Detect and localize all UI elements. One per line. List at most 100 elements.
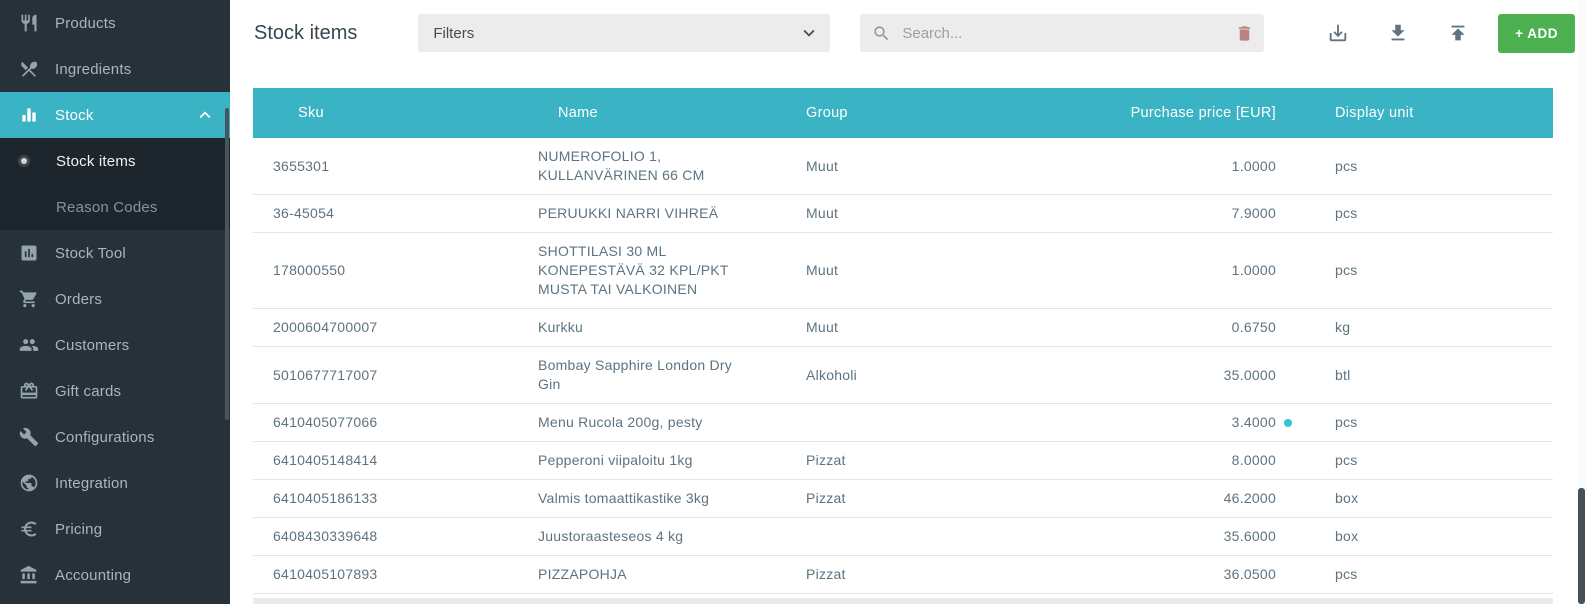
- cell-price: 3.4000: [1018, 404, 1290, 442]
- sidebar-item-integration[interactable]: Integration: [0, 460, 230, 506]
- cell-name: NUMEROFOLIO 1, KULLANVÄRINEN 66 CM: [518, 138, 788, 195]
- main-content: Stock items Filters: [230, 0, 1585, 604]
- sidebar-item-configurations[interactable]: Configurations: [0, 414, 230, 460]
- sidebar-item-label: Customers: [55, 337, 129, 354]
- cart-icon: [18, 288, 40, 310]
- cell-unit: box: [1290, 518, 1553, 556]
- page-scrollbar-thumb[interactable]: [1578, 488, 1585, 604]
- sidebar-item-label: Accounting: [55, 567, 131, 584]
- download-tray-icon: [1327, 22, 1349, 44]
- page-scrollbar[interactable]: [1578, 0, 1585, 604]
- cell-price: 1.0000: [1018, 233, 1290, 309]
- chevron-down-icon: [798, 22, 820, 44]
- cell-sku: 6410405148414: [253, 442, 518, 480]
- search-box: [860, 14, 1264, 52]
- cell-name: Valmis tomaattikastike 3kg: [518, 480, 788, 518]
- filters-dropdown[interactable]: Filters: [418, 14, 830, 52]
- cell-unit: kg: [1290, 309, 1553, 347]
- table-row[interactable]: 6410405107893 PIZZAPOHJA Pizzat 36.0500 …: [253, 556, 1553, 594]
- column-header-display-unit[interactable]: Display unit: [1290, 88, 1553, 138]
- cell-unit: btl: [1290, 347, 1553, 404]
- cell-unit: pcs: [1290, 138, 1553, 195]
- stock-tool-icon: [18, 242, 40, 264]
- table-row[interactable]: 6410405077066 Menu Rucola 200g, pesty 3.…: [253, 404, 1553, 442]
- cell-price: 7.9000: [1018, 195, 1290, 233]
- table-bottom-scroll-shadow: [253, 598, 1553, 604]
- chevron-up-icon: [194, 104, 216, 126]
- sidebar-item-label: Pricing: [55, 521, 102, 538]
- cell-group: Pizzat: [788, 480, 1018, 518]
- sidebar-item-gift-cards[interactable]: Gift cards: [0, 368, 230, 414]
- globe-icon: [18, 472, 40, 494]
- cell-sku: 6408430339648: [253, 518, 518, 556]
- table-row[interactable]: 6410405148414 Pepperoni viipaloitu 1kg P…: [253, 442, 1553, 480]
- cell-group: Pizzat: [788, 556, 1018, 594]
- stock-icon: [18, 104, 40, 126]
- search-input[interactable]: [900, 24, 1235, 43]
- sidebar: Products Ingredients Stock Stock items R…: [0, 0, 230, 604]
- active-bullet-icon: [21, 158, 27, 164]
- cell-name: PERUUKKI NARRI VIHREÄ: [518, 195, 788, 233]
- sidebar-item-accounting[interactable]: Accounting: [0, 552, 230, 598]
- sidebar-item-pricing[interactable]: Pricing: [0, 506, 230, 552]
- table-row[interactable]: 2000604700007 Kurkku Muut 0.6750 kg: [253, 309, 1553, 347]
- sidebar-subitem-label: Stock items: [56, 153, 136, 170]
- sidebar-scrollbar-thumb[interactable]: [225, 108, 229, 420]
- sidebar-item-customers[interactable]: Customers: [0, 322, 230, 368]
- cell-name: Juustoraasteseos 4 kg: [518, 518, 788, 556]
- cell-group: [788, 404, 1018, 442]
- bank-icon: [18, 564, 40, 586]
- cell-name: Kurkku: [518, 309, 788, 347]
- upload-button[interactable]: [1445, 20, 1471, 46]
- cell-price: 0.6750: [1018, 309, 1290, 347]
- column-header-group[interactable]: Group: [788, 88, 1018, 138]
- sidebar-item-orders[interactable]: Orders: [0, 276, 230, 322]
- cell-price-value: 3.4000: [1232, 414, 1276, 430]
- table-row[interactable]: 36-45054 PERUUKKI NARRI VIHREÄ Muut 7.90…: [253, 195, 1553, 233]
- stock-items-table-wrap: Sku Name Group Purchase price [EUR] Disp…: [253, 88, 1585, 594]
- download-tray-button[interactable]: [1325, 20, 1351, 46]
- cell-unit: pcs: [1290, 233, 1553, 309]
- sidebar-item-stock[interactable]: Stock: [0, 92, 230, 138]
- table-row[interactable]: 5010677717007 Bombay Sapphire London Dry…: [253, 347, 1553, 404]
- sidebar-item-label: Integration: [55, 475, 128, 492]
- sidebar-item-products[interactable]: Products: [0, 0, 230, 46]
- gift-icon: [18, 380, 40, 402]
- sidebar-item-stock-tool[interactable]: Stock Tool: [0, 230, 230, 276]
- cell-group: Alkoholi: [788, 347, 1018, 404]
- status-dot: [1284, 419, 1292, 427]
- table-row[interactable]: 178000550 SHOTTILASI 30 ML KONEPESTÄVÄ 3…: [253, 233, 1553, 309]
- stock-submenu: Stock items Reason Codes: [0, 138, 230, 230]
- column-header-purchase-price[interactable]: Purchase price [EUR]: [1018, 88, 1290, 138]
- cell-unit: pcs: [1290, 404, 1553, 442]
- cell-group: Muut: [788, 195, 1018, 233]
- cell-price: 46.2000: [1018, 480, 1290, 518]
- table-row[interactable]: 3655301 NUMEROFOLIO 1, KULLANVÄRINEN 66 …: [253, 138, 1553, 195]
- clear-search-button[interactable]: [1235, 24, 1254, 43]
- cell-group: Muut: [788, 309, 1018, 347]
- filters-label: Filters: [433, 25, 474, 42]
- sidebar-subitem-stock-items[interactable]: Stock items: [0, 138, 230, 184]
- column-header-name[interactable]: Name: [518, 88, 788, 138]
- trash-icon: [1235, 24, 1254, 43]
- table-row[interactable]: 6410405186133 Valmis tomaattikastike 3kg…: [253, 480, 1553, 518]
- cell-unit: box: [1290, 480, 1553, 518]
- add-button[interactable]: + ADD: [1498, 14, 1575, 53]
- sidebar-item-label: Orders: [55, 291, 102, 308]
- cell-price: 35.0000: [1018, 347, 1290, 404]
- topbar: Stock items Filters: [230, 0, 1585, 66]
- products-icon: [18, 12, 40, 34]
- cell-sku: 2000604700007: [253, 309, 518, 347]
- sidebar-subitem-reason-codes[interactable]: Reason Codes: [0, 184, 230, 230]
- cell-name: SHOTTILASI 30 ML KONEPESTÄVÄ 32 KPL/PKT …: [518, 233, 788, 309]
- download-button[interactable]: [1385, 20, 1411, 46]
- sidebar-subitem-label: Reason Codes: [56, 199, 158, 216]
- cell-unit: pcs: [1290, 556, 1553, 594]
- column-header-sku[interactable]: Sku: [253, 88, 518, 138]
- table-row[interactable]: 6408430339648 Juustoraasteseos 4 kg 35.6…: [253, 518, 1553, 556]
- sidebar-item-label: Configurations: [55, 429, 155, 446]
- cell-sku: 6410405186133: [253, 480, 518, 518]
- sidebar-item-ingredients[interactable]: Ingredients: [0, 46, 230, 92]
- wrench-icon: [18, 426, 40, 448]
- cell-name: Menu Rucola 200g, pesty: [518, 404, 788, 442]
